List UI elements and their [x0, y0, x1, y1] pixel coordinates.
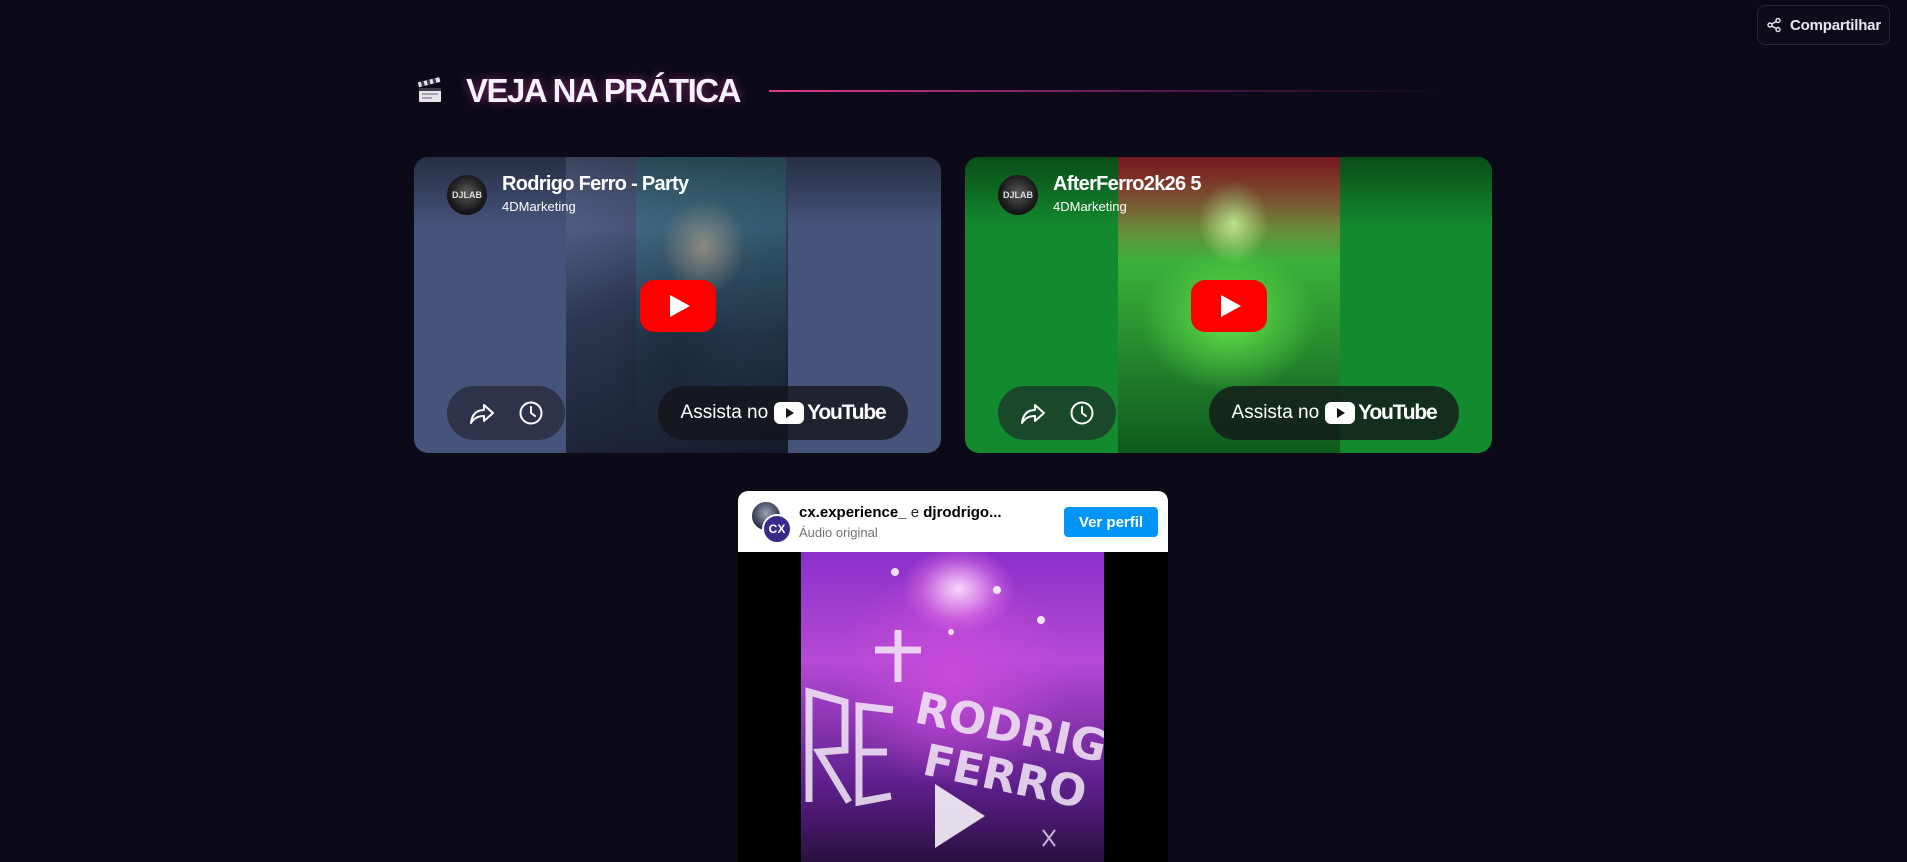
video-title[interactable]: AfterFerro2k26 5 — [1053, 173, 1201, 196]
post-authors[interactable]: cx.experience_ e djrodrigo... — [799, 504, 1002, 521]
author-1[interactable]: cx.experience_ — [799, 504, 907, 521]
youtube-logo-icon — [774, 402, 805, 424]
watch-label: Assista no — [680, 402, 769, 423]
video-controls — [998, 386, 1116, 440]
channel-avatar[interactable]: DJLAB — [447, 175, 487, 215]
share-arrow-icon[interactable] — [1019, 399, 1047, 427]
avatar: CX — [762, 514, 792, 544]
youtube-logo-icon — [1325, 402, 1356, 424]
watch-later-clock-icon[interactable] — [1068, 399, 1096, 427]
section-divider — [769, 90, 1451, 92]
author-separator: e — [910, 504, 920, 521]
watch-later-clock-icon[interactable] — [517, 399, 545, 427]
youtube-logo: YouTube — [774, 401, 887, 425]
clapperboard-icon — [416, 77, 444, 105]
youtube-play-button[interactable] — [640, 280, 716, 332]
share-label: Compartilhar — [1790, 16, 1881, 34]
instagram-embed[interactable]: CX cx.experience_ e djrodrigo... Áudio o… — [738, 491, 1168, 862]
share-arrow-icon[interactable] — [468, 399, 496, 427]
channel-name[interactable]: 4DMarketing — [1053, 199, 1127, 214]
view-profile-button[interactable]: Ver perfil — [1064, 507, 1158, 537]
share-icon — [1766, 17, 1782, 33]
channel-name[interactable]: 4DMarketing — [502, 199, 576, 214]
video-controls — [447, 386, 565, 440]
youtube-embed-2[interactable]: DJLAB AfterFerro2k26 5 4DMarketing Assis… — [965, 157, 1492, 453]
author-2[interactable]: djrodrigo... — [923, 504, 1001, 521]
share-button[interactable]: Compartilhar — [1757, 5, 1890, 45]
channel-avatar[interactable]: DJLAB — [998, 175, 1038, 215]
youtube-logo: YouTube — [1325, 401, 1438, 425]
audio-label[interactable]: Áudio original — [799, 525, 878, 540]
watch-label: Assista no — [1231, 402, 1320, 423]
instagram-header: CX cx.experience_ e djrodrigo... Áudio o… — [738, 491, 1168, 552]
watch-on-youtube-button[interactable]: Assista no YouTube — [1209, 386, 1459, 440]
youtube-play-button[interactable] — [1191, 280, 1267, 332]
video-title[interactable]: Rodrigo Ferro - Party — [502, 173, 689, 196]
youtube-embed-1[interactable]: DJLAB Rodrigo Ferro - Party 4DMarketing … — [414, 157, 941, 453]
instagram-play-button[interactable] — [917, 778, 993, 854]
section-header: VEJA NA PRÁTICA — [416, 72, 741, 110]
instagram-video[interactable]: RODRIGO FERRO — [801, 552, 1104, 862]
collab-avatars[interactable]: CX — [750, 500, 792, 544]
watch-on-youtube-button[interactable]: Assista no YouTube — [658, 386, 908, 440]
section-title: VEJA NA PRÁTICA — [466, 72, 741, 109]
